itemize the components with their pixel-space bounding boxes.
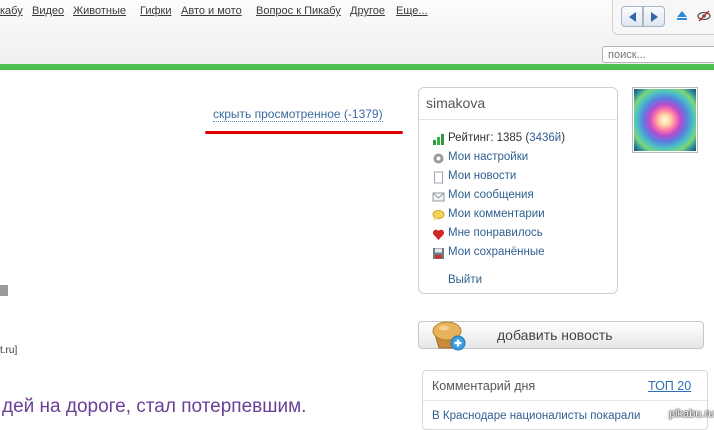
comment-panel-divider xyxy=(423,400,707,401)
nav-item-auto-moto[interactable]: Авто и мото xyxy=(181,5,242,17)
nav-item-other[interactable]: Другое xyxy=(350,5,385,17)
avatar-image xyxy=(634,89,696,151)
rating-label: Рейтинг: 1385 ( xyxy=(448,132,530,144)
page-nav-controls xyxy=(612,0,714,35)
menu-label: Мои настройки xyxy=(448,151,529,163)
search-input[interactable] xyxy=(602,46,714,63)
scroll-up-icon[interactable] xyxy=(676,10,688,22)
rating-close: ) xyxy=(561,132,566,144)
menu-label: Мои сообщения xyxy=(448,189,534,201)
red-underline-annotation xyxy=(205,131,403,134)
logout-link[interactable]: Выйти xyxy=(448,274,482,286)
next-button[interactable] xyxy=(643,6,665,27)
comment-of-day-link[interactable]: В Краснодаре националисты покарали xyxy=(432,410,640,422)
nav-item-gifs[interactable]: Гифки xyxy=(140,5,172,17)
muffin-plus-icon xyxy=(432,321,466,351)
partial-gray-icon xyxy=(0,285,8,296)
rating-chart-icon xyxy=(433,134,444,145)
menu-label: Мои новости xyxy=(448,170,517,182)
nav-item-animals[interactable]: Животные xyxy=(73,5,126,17)
watermark: pikabu.ru xyxy=(669,408,714,420)
source-fragment: t.ru] xyxy=(0,345,18,356)
arrow-left-icon xyxy=(629,12,636,22)
floppy-icon xyxy=(433,248,444,259)
nav-item-pikabu[interactable]: кабу xyxy=(0,5,23,17)
speech-bubble-icon xyxy=(432,210,445,221)
avatar[interactable] xyxy=(632,87,698,153)
nav-item-more[interactable]: Еще... xyxy=(396,5,428,17)
top20-link[interactable]: ТОП 20 xyxy=(648,379,691,393)
heart-icon xyxy=(432,229,445,240)
add-news-label: добавить новость xyxy=(497,327,613,343)
rating-rank-link[interactable]: 3436й xyxy=(529,132,561,144)
hide-viewed-link[interactable]: скрыть просмотренное (-1379) xyxy=(213,107,383,122)
menu-label: Мои комментарии xyxy=(448,208,545,220)
user-panel-divider xyxy=(419,119,617,120)
menu-label: Мне понравилось xyxy=(448,227,543,239)
menu-label: Мои сохранённые xyxy=(448,246,545,258)
eye-icon[interactable] xyxy=(697,10,711,22)
nav-item-video[interactable]: Видео xyxy=(32,5,64,17)
comment-of-day-title: Комментарий дня xyxy=(432,379,536,393)
envelope-icon xyxy=(432,192,445,202)
page-icon xyxy=(434,171,443,184)
nav-item-question[interactable]: Вопрос к Пикабу xyxy=(256,5,341,17)
arrow-right-icon xyxy=(651,12,658,22)
gear-icon xyxy=(433,153,444,164)
header-green-bar xyxy=(0,64,714,70)
post-headline[interactable]: дей на дороге, стал потерпевшим. xyxy=(2,396,306,418)
prev-button[interactable] xyxy=(621,6,643,27)
username: simakova xyxy=(426,95,486,111)
